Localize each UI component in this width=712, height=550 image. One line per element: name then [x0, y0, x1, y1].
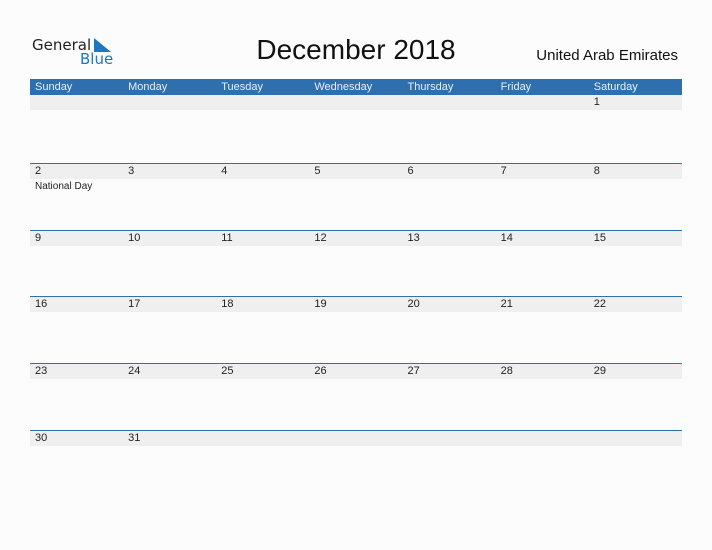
day-cell[interactable]: 29	[589, 364, 682, 379]
day-cell	[30, 95, 123, 110]
day-cell[interactable]: 5	[309, 164, 402, 179]
day-cell[interactable]: 22	[589, 297, 682, 312]
day-cell[interactable]: 21	[496, 297, 589, 312]
weekday-sunday: Sunday	[35, 81, 73, 93]
day-cell[interactable]: 12	[309, 231, 402, 246]
day-cell[interactable]: 23	[30, 364, 123, 379]
week-date-band: 2345678	[30, 164, 682, 179]
day-cell[interactable]: 10	[123, 231, 216, 246]
day-cell	[123, 95, 216, 110]
day-cell[interactable]: 26	[309, 364, 402, 379]
weekday-tuesday: Tuesday	[221, 81, 264, 93]
day-cell[interactable]: 3	[123, 164, 216, 179]
week-row: 1	[30, 95, 682, 110]
day-cell	[403, 95, 496, 110]
day-cell[interactable]: 28	[496, 364, 589, 379]
day-cell[interactable]: 30	[30, 431, 123, 446]
week-row: 30 31	[30, 430, 682, 446]
day-cell	[309, 431, 402, 446]
week-row: 23 24 25 26 27 28 29	[30, 363, 682, 379]
day-cell[interactable]: 19	[309, 297, 402, 312]
holiday-label: National Day	[35, 181, 93, 192]
day-cell[interactable]: 4	[216, 164, 309, 179]
day-cell	[216, 95, 309, 110]
week-date-band: 1	[30, 95, 682, 110]
day-cell	[589, 431, 682, 446]
day-cell	[309, 95, 402, 110]
day-cell[interactable]: 27	[403, 364, 496, 379]
weekday-friday: Friday	[500, 81, 532, 93]
day-cell	[403, 431, 496, 446]
day-cell[interactable]: 7	[496, 164, 589, 179]
day-cell[interactable]: 15	[589, 231, 682, 246]
day-cell[interactable]: 25	[216, 364, 309, 379]
day-cell[interactable]: 2	[30, 164, 123, 179]
day-cell	[496, 95, 589, 110]
day-cell[interactable]: 18	[216, 297, 309, 312]
day-cell[interactable]: 6	[403, 164, 496, 179]
weekday-wednesday: Wednesday	[314, 81, 373, 93]
weekday-saturday: Saturday	[593, 81, 638, 93]
week-row: 9 10 11 12 13 14 15	[30, 230, 682, 246]
day-cell[interactable]: 14	[496, 231, 589, 246]
week-date-band: 16 17 18 19 20 21 22	[30, 297, 682, 312]
day-cell[interactable]: 24	[123, 364, 216, 379]
day-cell[interactable]: 13	[403, 231, 496, 246]
weekday-thursday: Thursday	[407, 81, 454, 93]
weekday-monday: Monday	[128, 81, 168, 93]
day-cell	[216, 431, 309, 446]
day-cell	[496, 431, 589, 446]
week-row: 16 17 18 19 20 21 22	[30, 296, 682, 312]
week-date-band: 9 10 11 12 13 14 15	[30, 231, 682, 246]
day-cell[interactable]: 17	[123, 297, 216, 312]
day-cell[interactable]: 8	[589, 164, 682, 179]
day-cell[interactable]: 1	[589, 95, 682, 110]
day-cell[interactable]: 20	[403, 297, 496, 312]
day-cell[interactable]: 11	[216, 231, 309, 246]
weekday-header: Sunday Monday Tuesday Wednesday Thursday…	[30, 79, 682, 95]
day-cell[interactable]: 16	[30, 297, 123, 312]
week-date-band: 30 31	[30, 431, 682, 446]
country-label: United Arab Emirates	[536, 47, 678, 64]
week-row: 2 3 4 5 6 7 8 National Day	[30, 163, 682, 192]
day-cell[interactable]: 31	[123, 431, 216, 446]
week-date-band: 23 24 25 26 27 28 29	[30, 364, 682, 379]
day-cell[interactable]: 9	[30, 231, 123, 246]
